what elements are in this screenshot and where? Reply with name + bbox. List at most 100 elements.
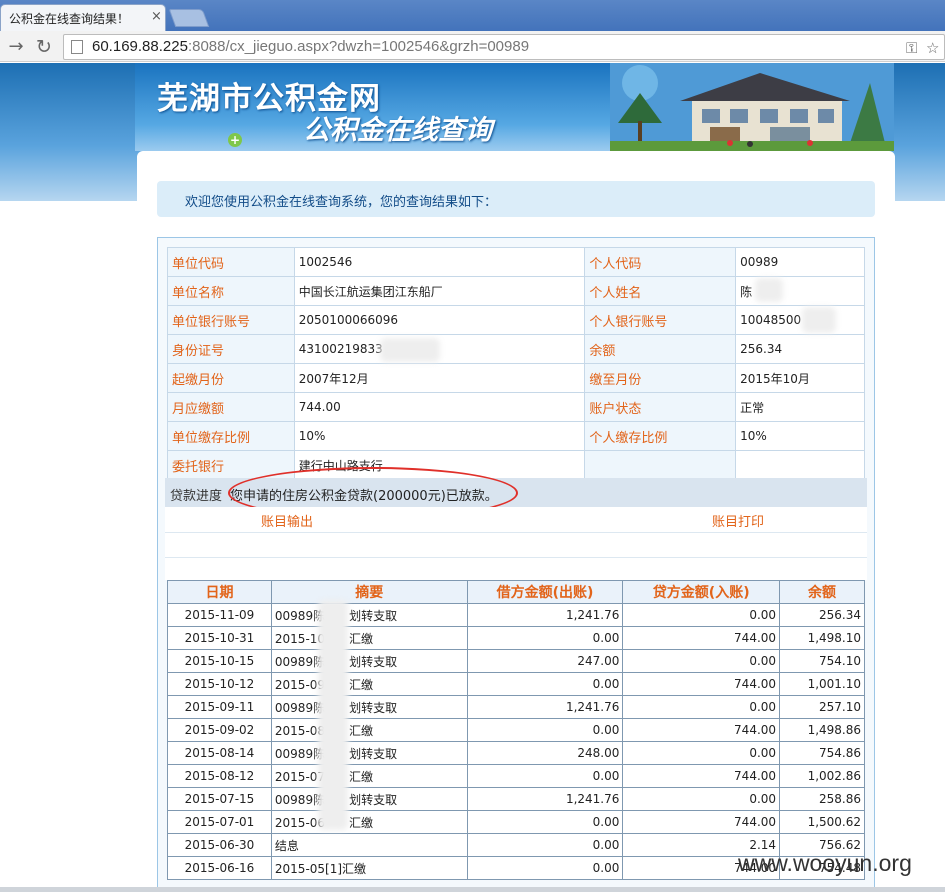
ledger-cell: 00989陈 划转支取 bbox=[270, 787, 468, 811]
ledger-row: 2015-10-31 2015-10 汇缴 0.00 744.00 1,498.10 bbox=[167, 626, 865, 650]
ledger-cell: 0.00 bbox=[466, 810, 624, 834]
tab-title: 公积金在线查询结果！ bbox=[9, 12, 130, 26]
ledger-cell: 2015-08 汇缴 bbox=[270, 718, 468, 742]
info-label: 缴至月份 bbox=[584, 363, 737, 393]
ledger-row: 2015-07-15 00989陈 划转支取 1,241.76 0.00 258.86 bbox=[167, 787, 865, 811]
ledger-cell: 0.00 bbox=[466, 833, 624, 857]
info-label: 单位银行账号 bbox=[167, 305, 295, 335]
info-row: 单位银行账号 2050100066096 个人银行账号 10048500 bbox=[167, 305, 865, 335]
redaction-blur bbox=[802, 307, 836, 333]
ledger-header: 借方金额(出账) bbox=[466, 580, 624, 604]
url-text[interactable]: 60.169.88.225:8088/cx_jieguo.aspx?dwzh=1… bbox=[92, 38, 529, 55]
ledger-header: 贷方金额(入账) bbox=[622, 580, 781, 604]
house-illustration bbox=[610, 63, 894, 151]
ledger-cell: 754.10 bbox=[779, 649, 865, 673]
info-label bbox=[584, 450, 737, 480]
ledger-cell: 2015-07-15 bbox=[167, 787, 272, 811]
ledger-row: 2015-07-01 2015-06 汇缴 0.00 744.00 1,500.62 bbox=[167, 810, 865, 834]
ledger-header: 日期 bbox=[167, 580, 272, 604]
ledger-cell: 1,241.76 bbox=[466, 787, 624, 811]
ledger-cell: 00989陈 划转支取 bbox=[270, 695, 468, 719]
ledger-cell: 256.34 bbox=[779, 603, 865, 627]
info-label: 身份证号 bbox=[167, 334, 295, 364]
ledger-cell: 1,500.62 bbox=[779, 810, 865, 834]
reload-icon[interactable]: ↻ bbox=[34, 36, 54, 58]
ledger-cell: 00989陈 划转支取 bbox=[270, 603, 468, 627]
info-value: 744.00 bbox=[293, 392, 586, 422]
ledger-table: 日期 摘要 借方金额(出账) 贷方金额(入账) 余额 2015-11-09 00989陈 … bbox=[167, 580, 865, 880]
url-path: :8088/cx_jieguo.aspx?dwzh=1002546&grzh=0… bbox=[187, 38, 530, 55]
info-label: 起缴月份 bbox=[167, 363, 295, 393]
welcome-bar: 欢迎您使用公积金在线查询系统，您的查询结果如下： bbox=[157, 181, 875, 217]
info-value: 中国长江航运集团江东船厂 bbox=[293, 276, 586, 306]
info-label: 个人银行账号 bbox=[584, 305, 737, 335]
redaction-blur bbox=[755, 278, 783, 302]
print-link[interactable]: 账目打印 bbox=[712, 511, 764, 530]
plus-icon: + bbox=[228, 133, 242, 147]
status-bar bbox=[0, 887, 945, 892]
ledger-cell: 0.00 bbox=[622, 695, 781, 719]
action-row: 账目输出 账目打印 bbox=[165, 507, 867, 533]
ledger-cell: 0.00 bbox=[466, 764, 624, 788]
new-tab-button[interactable] bbox=[168, 9, 210, 27]
ledger-cell: 2015-09-11 bbox=[167, 695, 272, 719]
ledger-cell: 247.00 bbox=[466, 649, 624, 673]
forward-arrow-icon[interactable]: → bbox=[6, 36, 26, 57]
site-banner: 芜湖市公积金网 公积金在线查询 + bbox=[135, 63, 894, 151]
ledger-row: 2015-09-11 00989陈 划转支取 1,241.76 0.00 257.10 bbox=[167, 695, 865, 719]
ledger-cell: 1,002.86 bbox=[779, 764, 865, 788]
info-label: 个人缴存比例 bbox=[584, 421, 737, 451]
ledger-cell: 248.00 bbox=[466, 741, 624, 765]
info-value: 正常 bbox=[735, 392, 865, 422]
info-value: 00989 bbox=[735, 247, 865, 277]
ledger-cell: 1,498.10 bbox=[779, 626, 865, 650]
ledger-row: 2015-11-09 00989陈 划转支取 1,241.76 0.00 256.34 bbox=[167, 603, 865, 627]
ledger-cell: 2015-07-01 bbox=[167, 810, 272, 834]
ledger-cell: 2015-07 汇缴 bbox=[270, 764, 468, 788]
star-icon[interactable]: ☆ bbox=[926, 39, 939, 57]
ledger-cell: 2015-06-16 bbox=[167, 856, 272, 880]
redaction-blur bbox=[318, 600, 348, 830]
loan-progress-label: 贷款进度 bbox=[170, 489, 223, 504]
ledger-cell: 2015-10 汇缴 bbox=[270, 626, 468, 650]
ledger-cell: 2015-05[1]汇缴 bbox=[270, 856, 468, 880]
ledger-cell: 00989陈 划转支取 bbox=[270, 649, 468, 673]
ledger-cell: 744.00 bbox=[622, 672, 781, 696]
ledger-cell: 结息 bbox=[270, 833, 468, 857]
info-row: 身份证号 43100219833 余额 256.34 bbox=[167, 334, 865, 364]
info-value: 2007年12月 bbox=[293, 363, 586, 393]
ledger-cell: 0.00 bbox=[622, 787, 781, 811]
browser-tab[interactable]: 公积金在线查询结果！ × bbox=[0, 4, 166, 31]
address-bar[interactable]: 60.169.88.225:8088/cx_jieguo.aspx?dwzh=1… bbox=[63, 34, 945, 60]
info-value: 256.34 bbox=[735, 334, 865, 364]
info-label: 个人姓名 bbox=[584, 276, 737, 306]
info-value: 10% bbox=[293, 421, 586, 451]
ledger-cell: 0.00 bbox=[466, 672, 624, 696]
ledger-cell: 744.00 bbox=[622, 626, 781, 650]
spacer-row bbox=[165, 533, 867, 558]
info-label: 个人代码 bbox=[584, 247, 737, 277]
watermark-text: www.wooyun.org bbox=[738, 850, 912, 876]
ledger-cell: 744.00 bbox=[622, 764, 781, 788]
export-link[interactable]: 账目输出 bbox=[261, 511, 313, 530]
ledger-cell: 1,498.86 bbox=[779, 718, 865, 742]
spacer-row bbox=[165, 558, 867, 580]
ledger-cell: 258.86 bbox=[779, 787, 865, 811]
wrench-icon[interactable]: ⚿ bbox=[906, 39, 917, 57]
welcome-text: 欢迎您使用公积金在线查询系统，您的查询结果如下： bbox=[185, 195, 498, 210]
tab-close-icon[interactable]: × bbox=[151, 9, 162, 24]
info-value: 10% bbox=[735, 421, 865, 451]
ledger-cell: 2015-09 汇缴 bbox=[270, 672, 468, 696]
ledger-cell: 2015-06-30 bbox=[167, 833, 272, 857]
ledger-cell: 2015-06 汇缴 bbox=[270, 810, 468, 834]
info-row: 起缴月份 2007年12月 缴至月份 2015年10月 bbox=[167, 363, 865, 393]
info-label: 月应缴额 bbox=[167, 392, 295, 422]
page-icon bbox=[71, 40, 83, 54]
ledger-cell: 2015-09-02 bbox=[167, 718, 272, 742]
tab-strip: 公积金在线查询结果！ × bbox=[0, 0, 945, 31]
ledger-cell: 2015-08-12 bbox=[167, 764, 272, 788]
info-row: 月应缴额 744.00 账户状态 正常 bbox=[167, 392, 865, 422]
ledger-header: 摘要 bbox=[270, 580, 468, 604]
ledger-row: 2015-08-14 00989陈 划转支取 248.00 0.00 754.86 bbox=[167, 741, 865, 765]
info-value: 2050100066096 bbox=[293, 305, 586, 335]
